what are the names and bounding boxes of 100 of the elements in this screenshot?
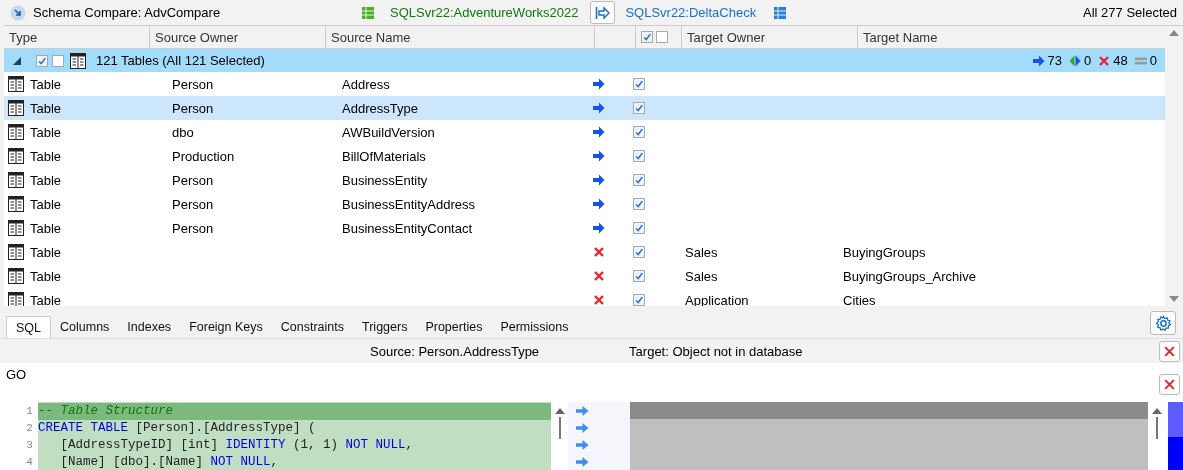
checkbox[interactable] xyxy=(633,222,645,234)
arrow-right-icon[interactable] xyxy=(576,439,590,451)
checkbox[interactable] xyxy=(633,150,645,162)
table-cell: BuyingGroups_Archive xyxy=(843,268,976,284)
table-cell: Person xyxy=(172,76,214,92)
table-cell: AWBuildVersion xyxy=(342,124,435,140)
arrow-right-icon[interactable] xyxy=(593,126,605,138)
tab[interactable]: SQL xyxy=(6,316,51,338)
table-cell: Sales xyxy=(685,268,718,284)
source-database: SQLSvr22:AdventureWorks2022 xyxy=(390,5,579,20)
table-cell: BusinessEntity xyxy=(342,172,428,188)
group-row[interactable]: 121 Tables (All 121 Selected) 73 0 48 0 xyxy=(4,49,1165,72)
scrollbar[interactable] xyxy=(1165,26,1183,306)
scroll-thumb[interactable] xyxy=(1155,417,1158,439)
table-row[interactable]: Table Sales BuyingGroups_Archive xyxy=(4,264,1165,288)
checkbox[interactable] xyxy=(633,102,645,114)
cross-icon[interactable] xyxy=(593,246,605,258)
column-header[interactable]: Type xyxy=(4,26,150,48)
checkbox[interactable] xyxy=(633,270,645,282)
table-row[interactable]: Table Person BusinessEntityAddress xyxy=(4,192,1165,216)
target-label: Target: Object not in database xyxy=(629,343,803,359)
column-header[interactable]: Source Name xyxy=(326,26,595,48)
scroll-thumb[interactable] xyxy=(558,417,561,439)
count: 0 xyxy=(1149,53,1157,68)
tab[interactable]: Permissions xyxy=(491,316,578,338)
tab[interactable]: Columns xyxy=(51,316,119,338)
collapse-icon[interactable] xyxy=(12,55,22,66)
checkbox[interactable] xyxy=(633,246,645,258)
scroll-up-icon[interactable] xyxy=(1151,408,1162,414)
table-cell: Table xyxy=(30,124,62,140)
checkbox[interactable] xyxy=(641,31,653,43)
arrow-right-icon[interactable] xyxy=(593,222,605,234)
code-line: [Name] [dbo].[Name] NOT NULL, xyxy=(59,454,279,470)
count: 73 xyxy=(1047,53,1063,68)
arrow-right-icon xyxy=(1032,54,1045,67)
arrow-right-icon[interactable] xyxy=(576,456,590,468)
table-cell: Person xyxy=(172,100,214,116)
table-row[interactable]: Table dbo AWBuildVersion xyxy=(4,120,1165,144)
arrow-right-icon[interactable] xyxy=(593,198,605,210)
line-number: 2 xyxy=(25,421,34,436)
table-row[interactable]: Table Person BusinessEntityContact xyxy=(4,216,1165,240)
tab[interactable]: Properties xyxy=(416,316,492,338)
tab[interactable]: Triggers xyxy=(353,316,417,338)
line-number: 4 xyxy=(25,455,34,470)
table-cell: Person xyxy=(172,196,214,212)
arrow-right-icon[interactable] xyxy=(576,422,590,434)
arrow-right-icon[interactable] xyxy=(593,174,605,186)
table-icon xyxy=(8,124,24,140)
code-line: [AddressTypeID] [int] IDENTITY (1, 1) NOT NULL, xyxy=(59,437,414,454)
difference-map xyxy=(1168,402,1183,470)
cross-icon[interactable] xyxy=(593,294,605,306)
script-text: GO xyxy=(5,366,28,384)
table-cell: Table xyxy=(30,148,62,164)
settings-button[interactable] xyxy=(1150,311,1176,335)
group-label: 121 Tables (All 121 Selected) xyxy=(96,53,265,68)
checkbox[interactable] xyxy=(52,54,64,67)
arrow-right-icon[interactable] xyxy=(576,405,590,417)
checkbox[interactable] xyxy=(633,294,645,306)
table-icon xyxy=(8,220,24,236)
table-cell: dbo xyxy=(172,124,194,140)
line-number: 3 xyxy=(25,438,34,453)
checkbox[interactable] xyxy=(633,78,645,90)
swap-arrow-icon[interactable] xyxy=(594,5,611,20)
scroll-up-icon[interactable] xyxy=(1169,30,1179,36)
table-row[interactable]: Table Person BusinessEntity xyxy=(4,168,1165,192)
column-header[interactable]: Target Owner xyxy=(682,26,858,48)
checkbox[interactable] xyxy=(36,54,48,67)
tab[interactable]: Foreign Keys xyxy=(180,316,272,338)
table-cell: Table xyxy=(30,76,62,92)
checkbox[interactable] xyxy=(633,126,645,138)
scroll-up-icon[interactable] xyxy=(554,408,565,414)
table-cell: AddressType xyxy=(342,100,418,116)
arrow-right-icon[interactable] xyxy=(593,78,605,90)
target-database: SQLSvr22:DeltaCheck xyxy=(625,5,757,20)
scroll-down-icon[interactable] xyxy=(1169,296,1179,302)
tab[interactable]: Constraints xyxy=(271,316,353,338)
cross-icon xyxy=(1098,54,1111,67)
checkbox[interactable] xyxy=(633,174,645,186)
cross-icon[interactable] xyxy=(593,270,605,282)
table-row[interactable]: Table Sales BuyingGroups xyxy=(4,240,1165,264)
database-icon xyxy=(774,6,787,19)
table-cell: Table xyxy=(30,196,62,212)
table-icon xyxy=(8,76,24,92)
table-cell: Address xyxy=(342,76,390,92)
table-row[interactable]: Table Person Address xyxy=(4,72,1165,96)
checkbox[interactable] xyxy=(633,198,645,210)
tab[interactable]: Indexes xyxy=(118,316,181,338)
arrow-right-icon[interactable] xyxy=(593,150,605,162)
table-cell: Sales xyxy=(685,244,718,260)
swap-button[interactable] xyxy=(590,1,616,24)
table-row[interactable]: Table Production BillOfMaterials xyxy=(4,144,1165,168)
column-header[interactable]: Source Owner xyxy=(150,26,326,48)
table-cell: Production xyxy=(172,148,235,164)
count: 48 xyxy=(1113,53,1128,68)
table-row[interactable]: Table Person AddressType xyxy=(4,96,1165,120)
checkbox[interactable] xyxy=(656,31,668,43)
compare-icon xyxy=(10,4,26,21)
table-cell: Table xyxy=(30,268,62,284)
table-cell: BusinessEntityAddress xyxy=(342,196,475,212)
arrow-right-icon[interactable] xyxy=(593,102,605,114)
